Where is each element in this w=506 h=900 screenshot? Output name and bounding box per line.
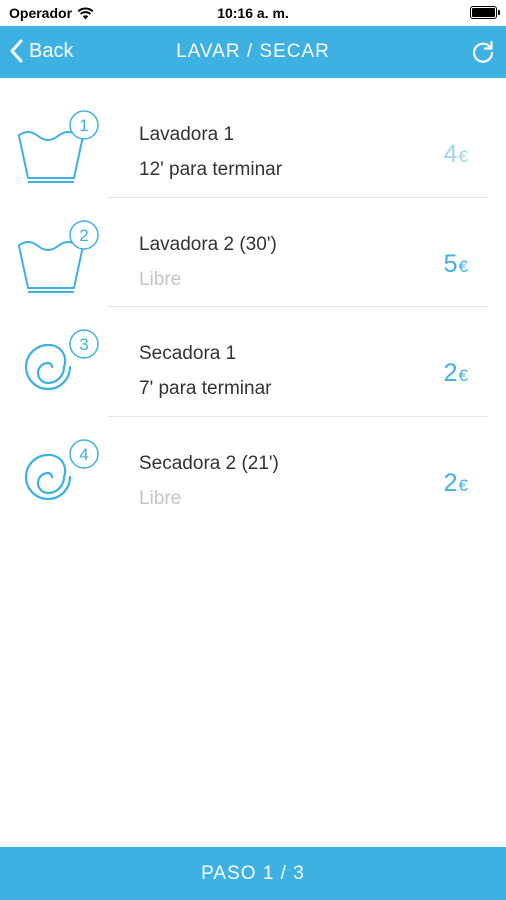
machine-row-4[interactable]: 4 Secadora 2 (21') Libre 2€ [0,417,506,527]
price-value: 2 [443,468,458,497]
clock: 10:16 a. m. [217,5,289,21]
washing-tub-icon: 2 [17,219,99,293]
machine-number-badge: 3 [79,335,88,354]
price-value: 5 [443,249,458,278]
machine-status: 7' para terminar [139,378,272,399]
currency-symbol: € [458,366,468,385]
status-bar: Operador 10:16 a. m. [0,0,506,26]
machine-name: Secadora 2 (21') [139,452,279,474]
page-title: LAVAR / SECAR [176,41,330,62]
machine-name: Lavadora 2 (30') [139,233,277,255]
machine-price: 2€ [444,359,468,388]
machine-name: Lavadora 1 [139,124,235,145]
battery-icon [470,6,500,19]
machine-number-badge: 1 [79,116,88,135]
machine-number-badge: 4 [79,445,88,464]
currency-symbol: € [458,256,468,276]
machine-status: Libre [139,487,182,509]
step-footer-button[interactable]: PASO 1 / 3 [0,847,506,900]
nav-bar: Back LAVAR / SECAR [0,26,506,78]
dryer-spiral-icon: 3 [24,329,99,391]
dryer-spiral-icon: 4 [24,438,99,500]
back-button[interactable]: Back [10,39,73,63]
machine-name: Secadora 1 [139,343,237,364]
machine-price: 2€ [444,469,468,498]
step-indicator: PASO 1 / 3 [201,863,305,884]
back-label: Back [29,39,74,62]
machine-list: 1 Lavadora 1 12' para terminar 4€ 2 Lava… [0,88,506,526]
machine-price: 4€ [444,140,468,169]
machine-row-1[interactable]: 1 Lavadora 1 12' para terminar 4€ [0,88,506,198]
machine-row-3[interactable]: 3 Secadora 1 7' para terminar 2€ [0,307,506,417]
price-value: 2 [443,359,458,387]
price-value: 4 [443,140,458,168]
machine-number-badge: 2 [79,226,88,245]
machine-status: Libre [139,268,182,290]
machine-row-2[interactable]: 2 Lavadora 2 (30') Libre 5€ [0,198,506,307]
washing-tub-icon: 1 [17,110,99,183]
currency-symbol: € [458,475,468,495]
machine-status: 12' para terminar [139,159,283,180]
machine-price: 5€ [444,250,468,279]
currency-symbol: € [458,147,468,166]
chevron-left-icon [10,39,23,63]
refresh-icon[interactable] [470,39,496,65]
